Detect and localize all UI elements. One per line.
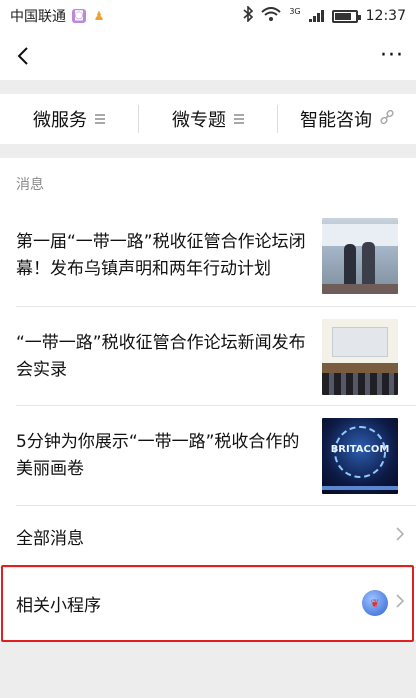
link-icon bbox=[380, 109, 394, 128]
signal-icon bbox=[308, 10, 324, 22]
menu-lines-icon bbox=[95, 114, 105, 124]
news-thumbnail bbox=[322, 218, 398, 294]
thumbnail-logo-text: BRITACOM bbox=[330, 444, 390, 455]
news-title: 5分钟为你展示“一带一路”税收合作的美丽画卷 bbox=[16, 432, 300, 479]
wifi-icon bbox=[261, 7, 282, 25]
news-thumbnail: BRITACOM bbox=[322, 418, 398, 494]
nav-bar: ··· bbox=[0, 32, 416, 80]
news-thumbnail bbox=[322, 319, 398, 395]
chevron-right-icon bbox=[396, 593, 405, 613]
menu-item-smart-consult[interactable]: 智能咨询 bbox=[277, 105, 416, 133]
news-item[interactable]: 5分钟为你展示“一带一路”税收合作的美丽画卷 BRITACOM bbox=[16, 406, 398, 506]
notification-user-icon: ♟ bbox=[93, 9, 105, 23]
menu-lines-icon bbox=[234, 114, 244, 124]
service-menu: 微服务 微专题 智能咨询 bbox=[0, 94, 416, 144]
all-messages-label: 全部消息 bbox=[16, 528, 84, 549]
notification-app-icon: ◙ bbox=[72, 9, 86, 23]
carrier-label: 中国联通 bbox=[10, 9, 66, 25]
messages-card: 消息 第一届“一带一路”税收征管合作论坛闭幕！发布乌镇声明和两年行动计划 “一带… bbox=[0, 158, 416, 640]
status-icons: 3G 12:37 bbox=[243, 5, 406, 26]
related-miniprograms-link[interactable]: 相关小程序 ❦ bbox=[16, 572, 405, 634]
status-bar: 中国联通 ◙ ♟ 3G 12:37 bbox=[0, 0, 416, 32]
menu-item-label: 智能咨询 bbox=[300, 110, 372, 131]
section-label: 消息 bbox=[16, 177, 44, 193]
miniprogram-avatar: ❦ bbox=[362, 590, 388, 616]
carrier-group: 中国联通 ◙ ♟ bbox=[10, 6, 106, 26]
news-title: “一带一路”税收征管合作论坛新闻发布会实录 bbox=[16, 333, 306, 380]
news-item[interactable]: 第一届“一带一路”税收征管合作论坛闭幕！发布乌镇声明和两年行动计划 bbox=[16, 206, 398, 306]
related-miniprograms-label: 相关小程序 bbox=[16, 595, 101, 616]
menu-item-label: 微服务 bbox=[33, 110, 87, 131]
back-chevron-icon[interactable] bbox=[12, 45, 34, 67]
battery-icon bbox=[331, 9, 361, 23]
clock: 12:37 bbox=[365, 8, 406, 24]
network-type: 3G bbox=[289, 7, 301, 16]
menu-item-micro-service[interactable]: 微服务 bbox=[0, 105, 138, 133]
news-item[interactable]: “一带一路”税收征管合作论坛新闻发布会实录 bbox=[16, 307, 398, 407]
more-options-button[interactable]: ··· bbox=[380, 45, 404, 67]
divider bbox=[0, 567, 416, 568]
all-messages-link[interactable]: 全部消息 bbox=[16, 505, 405, 567]
chevron-right-icon bbox=[396, 526, 405, 546]
news-title: 第一届“一带一路”税收征管合作论坛闭幕！发布乌镇声明和两年行动计划 bbox=[16, 232, 306, 279]
bluetooth-icon bbox=[243, 5, 254, 26]
menu-item-label: 微专题 bbox=[172, 110, 226, 131]
menu-item-micro-topic[interactable]: 微专题 bbox=[138, 105, 277, 133]
